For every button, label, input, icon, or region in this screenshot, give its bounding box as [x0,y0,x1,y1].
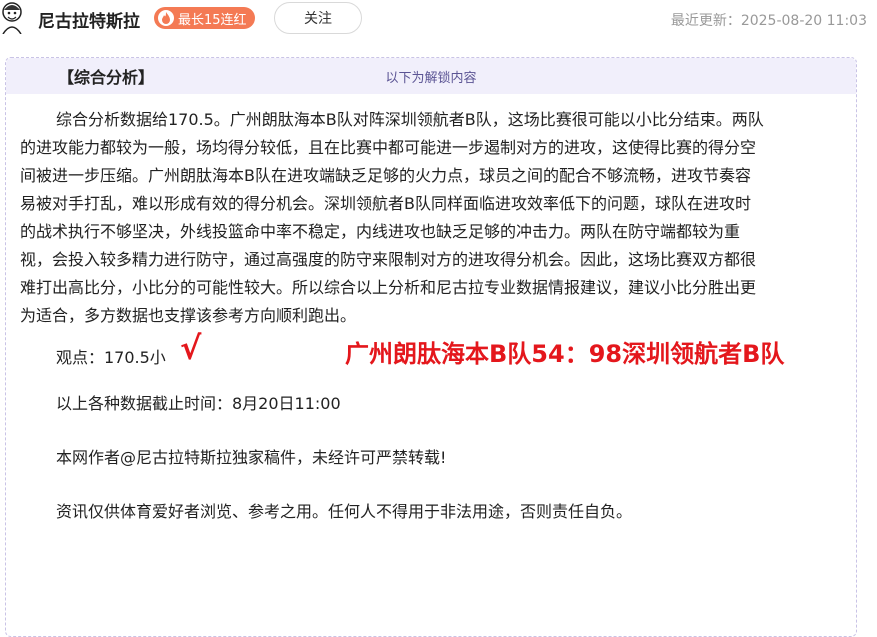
check-mark-icon: √ [180,329,202,367]
analysis-line: 的战术执行不够坚决，外线投篮命中率不稳定，内线进攻也缺乏足够的冲击力。两队在防守… [20,222,741,241]
viewpoint-row: 观点：170.5小 √ 广州朗肽海本B队54：98深圳领航者B队 [20,332,840,378]
article-header: 尼古拉特斯拉 最长15连红 关注 最近更新：2025-08-20 11:03 [0,0,877,40]
avatar[interactable] [0,2,24,34]
analysis-line: 间被进一步压缩。广州朗肽海本B队在进攻端缺乏足够的火力点，球员之间的配合不够流畅… [20,166,751,185]
analysis-line: 的进攻能力都较为一般，场均得分较低，且在比赛中都可能进一步遏制对方的进攻，这使得… [20,138,757,157]
data-cutoff-time: 以上各种数据截止时间：8月20日11:00 [56,394,341,413]
section-title: 【综合分析】 [58,68,155,87]
viewpoint: 观点：170.5小 [56,348,166,367]
analysis-content: 【综合分析】 综合分析数据给170.5。广州朗肽海本B队对阵深圳领航者B队，这场… [20,50,840,526]
flame-icon [158,10,174,26]
analysis-line: 易被对手打乱，难以形成有效的得分机会。深圳领航者B队同样面临进攻效率低下的问题，… [20,194,751,213]
copyright-notice: 本网作者@尼古拉特斯拉独家稿件，未经许可严禁转载! [56,448,447,467]
streak-badge: 最长15连红 [154,7,255,29]
streak-badge-label: 最长15连红 [178,12,247,28]
follow-button[interactable]: 关注 [274,2,362,34]
analysis-line: 综合分析数据给170.5。广州朗肽海本B队对阵深圳领航者B队，这场比赛很可能以小… [56,110,764,129]
analysis-line: 为适合，多方数据也支撑该参考方向顺利跑出。 [20,306,357,325]
analysis-line: 视，会投入较多精力进行防守，通过高强度的防守来限制对方的进攻得分机会。因此，这场… [20,250,757,269]
final-score: 广州朗肽海本B队54：98深圳领航者B队 [345,340,785,368]
analysis-line: 难打出高比分，小比分的可能性较大。所以综合以上分析和尼古拉专业数据情报建议，建议… [20,278,757,297]
analysis-paragraph: 综合分析数据给170.5。广州朗肽海本B队对阵深圳领航者B队，这场比赛很可能以小… [20,106,840,330]
disclaimer: 资讯仅供体育爱好者浏览、参考之用。任何人不得用于非法用途，否则责任自负。 [56,502,633,521]
last-updated: 最近更新：2025-08-20 11:03 [670,13,867,29]
author-name[interactable]: 尼古拉特斯拉 [38,7,140,32]
